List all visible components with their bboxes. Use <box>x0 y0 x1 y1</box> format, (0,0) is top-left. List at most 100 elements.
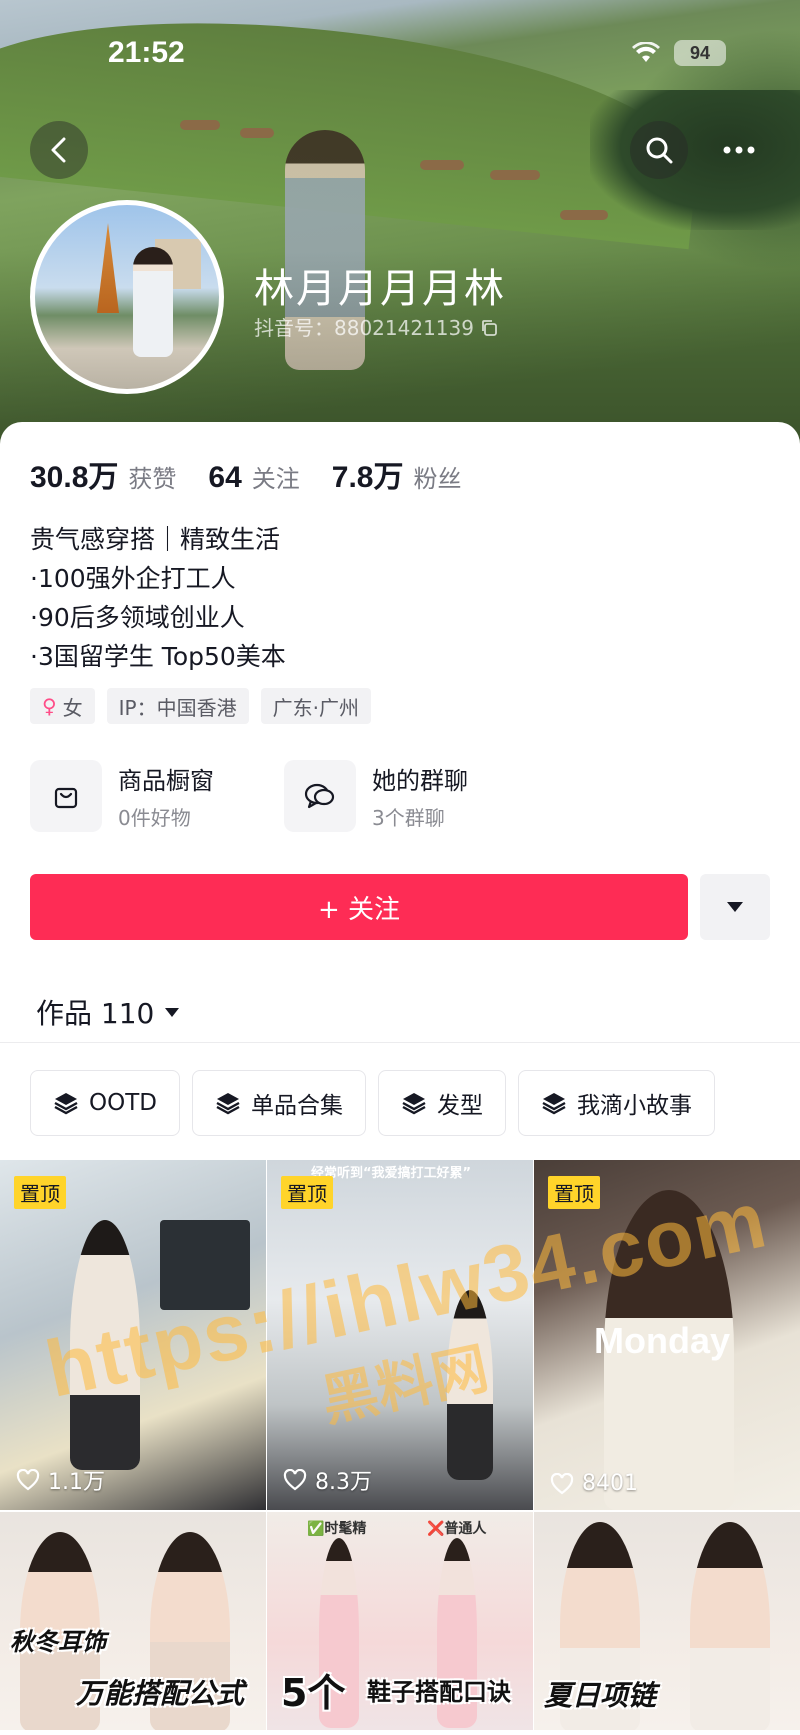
heart-icon <box>550 1472 574 1494</box>
video-caption: 秋冬耳饰 <box>10 1628 106 1656</box>
search-button[interactable] <box>630 121 688 179</box>
pinned-badge: 置顶 <box>14 1176 66 1209</box>
video-thumbnail-monitor <box>160 1220 250 1310</box>
video-likes: 8.3万 <box>283 1464 372 1496</box>
profile-name: 林月月月月林 <box>254 266 506 312</box>
profile-bio: 贵气感穿搭｜精致生活 ·100强外企打工人 ·90后多领域创业人 ·3国留学生 … <box>30 520 286 676</box>
collection-hairstyle[interactable]: 发型 <box>377 1070 506 1136</box>
video-tile[interactable]: Monday 置顶 8401 <box>534 1160 800 1510</box>
collection-label: 发型 <box>436 1093 483 1119</box>
collection-ootd[interactable]: OOTD <box>30 1070 180 1136</box>
douyin-id[interactable]: 抖音号：88021421139 <box>254 312 498 341</box>
video-tile[interactable]: 经常听到“我爱搞打工好累” 置顶 8.3万 <box>267 1160 533 1510</box>
caret-down-icon <box>165 1007 180 1017</box>
video-tile[interactable]: 夏日项链 <box>534 1512 800 1730</box>
video-caption: 夏日项链 <box>544 1679 657 1712</box>
status-indicators: 94 <box>632 40 726 66</box>
video-tile[interactable]: ✅时髦精 ❌普通人 5个 鞋子搭配口诀 <box>267 1512 533 1730</box>
stat-label: 关注 <box>251 465 300 493</box>
stat-likes[interactable]: 30.8万 获赞 <box>30 452 176 496</box>
more-dots-icon <box>723 146 755 154</box>
likes-count: 1.1万 <box>48 1470 105 1495</box>
video-label-b: ❌普通人 <box>427 1521 487 1537</box>
tag-text: 女 <box>62 695 83 720</box>
back-button[interactable] <box>30 121 88 179</box>
wifi-icon <box>632 42 660 64</box>
shortcut-title: 她的群聊 <box>372 767 468 795</box>
copy-icon[interactable] <box>480 318 498 336</box>
profile-shortcuts: 商品橱窗 0件好物 她的群聊 3个群聊 <box>30 760 508 832</box>
status-time: 21:52 <box>108 36 185 69</box>
bio-line: 贵气感穿搭｜精致生活 <box>30 525 281 554</box>
video-caption: 5个 <box>281 1671 346 1715</box>
shortcut-subtitle: 0件好物 <box>118 806 191 830</box>
cover-deer <box>560 210 608 220</box>
video-grid: 置顶 1.1万 经常听到“我爱搞打工好累” 置顶 8.3万 Monday 置顶 … <box>0 1160 800 1730</box>
profile-stats: 30.8万 获赞 64 关注 7.8万 粉丝 <box>30 452 461 496</box>
layers-icon <box>542 1093 566 1115</box>
tag-ip: IP：中国香港 <box>106 688 249 724</box>
pinned-badge: 置顶 <box>281 1176 333 1209</box>
caret-down-icon <box>727 902 743 912</box>
likes-count: 8401 <box>582 1471 638 1496</box>
collection-stories[interactable]: 我滴小故事 <box>517 1070 715 1136</box>
video-caption-2: 万能搭配公式 <box>76 1677 245 1710</box>
shortcut-title: 商品橱窗 <box>118 767 214 795</box>
avatar-person <box>133 247 173 357</box>
chevron-left-icon <box>51 137 66 163</box>
tag-location: 广东·广州 <box>260 688 371 724</box>
video-caption: Monday <box>594 1320 731 1361</box>
divider <box>0 1042 800 1043</box>
video-caption-2: 鞋子搭配口诀 <box>367 1678 511 1706</box>
profile-tags: ♀ 女 IP：中国香港 广东·广州 <box>30 688 371 724</box>
stat-label: 获赞 <box>128 465 177 493</box>
cover-deer <box>420 160 464 170</box>
collection-items[interactable]: 单品合集 <box>191 1070 366 1136</box>
shopping-bag-icon <box>30 760 102 832</box>
cover-deer <box>490 170 540 180</box>
bio-line: ·3国留学生 Top50美本 <box>30 642 286 671</box>
pinned-badge: 置顶 <box>548 1176 600 1209</box>
layers-icon <box>216 1093 240 1115</box>
layers-icon <box>402 1093 426 1115</box>
cover-deer <box>240 128 274 138</box>
group-chat-entry[interactable]: 她的群聊 3个群聊 <box>284 760 508 832</box>
tag-text: IP：中国香港 <box>118 695 237 720</box>
stat-following[interactable]: 64 关注 <box>208 459 299 495</box>
bio-line: ·90后多领域创业人 <box>30 603 245 632</box>
video-likes: 1.1万 <box>16 1464 105 1496</box>
avatar[interactable] <box>30 200 224 394</box>
collections-row: OOTD 单品合集 发型 我滴小故事 <box>30 1070 715 1136</box>
likes-count: 8.3万 <box>315 1470 372 1495</box>
tag-gender: ♀ 女 <box>30 688 95 724</box>
more-button[interactable] <box>710 121 768 179</box>
video-label-a: ✅时髦精 <box>307 1521 367 1537</box>
stat-followers[interactable]: 7.8万 粉丝 <box>332 452 462 496</box>
stat-value: 30.8万 <box>30 461 119 494</box>
shop-window-entry[interactable]: 商品橱窗 0件好物 <box>30 760 254 832</box>
tag-text: 广东·广州 <box>272 695 359 720</box>
layers-icon <box>54 1093 78 1115</box>
chat-icon <box>284 760 356 832</box>
heart-icon <box>16 1469 40 1491</box>
collection-label: OOTD <box>89 1090 157 1116</box>
video-thumbnail-person <box>70 1220 140 1470</box>
video-caption: 经常听到“我爱搞打工好累” <box>311 1166 472 1181</box>
battery-indicator: 94 <box>674 40 726 66</box>
video-thumbnail-person <box>690 1522 770 1730</box>
douyin-id-text: 抖音号：88021421139 <box>254 316 474 340</box>
cover-trees <box>590 90 800 230</box>
female-icon: ♀ <box>42 694 57 718</box>
follow-dropdown-button[interactable] <box>700 874 770 940</box>
bio-line: ·100强外企打工人 <box>30 564 236 593</box>
video-thumbnail-person <box>447 1290 493 1480</box>
avatar-tower <box>97 223 119 313</box>
heart-icon <box>283 1469 307 1491</box>
stat-value: 7.8万 <box>331 461 404 494</box>
tab-works[interactable]: 作品 110 <box>36 992 180 1032</box>
video-tile[interactable]: 秋冬耳饰 万能搭配公式 <box>0 1512 266 1730</box>
follow-button[interactable]: + 关注 <box>30 874 688 940</box>
video-tile[interactable]: 置顶 1.1万 <box>0 1160 266 1510</box>
collection-label: 我滴小故事 <box>576 1093 692 1119</box>
stat-value: 64 <box>208 461 242 494</box>
